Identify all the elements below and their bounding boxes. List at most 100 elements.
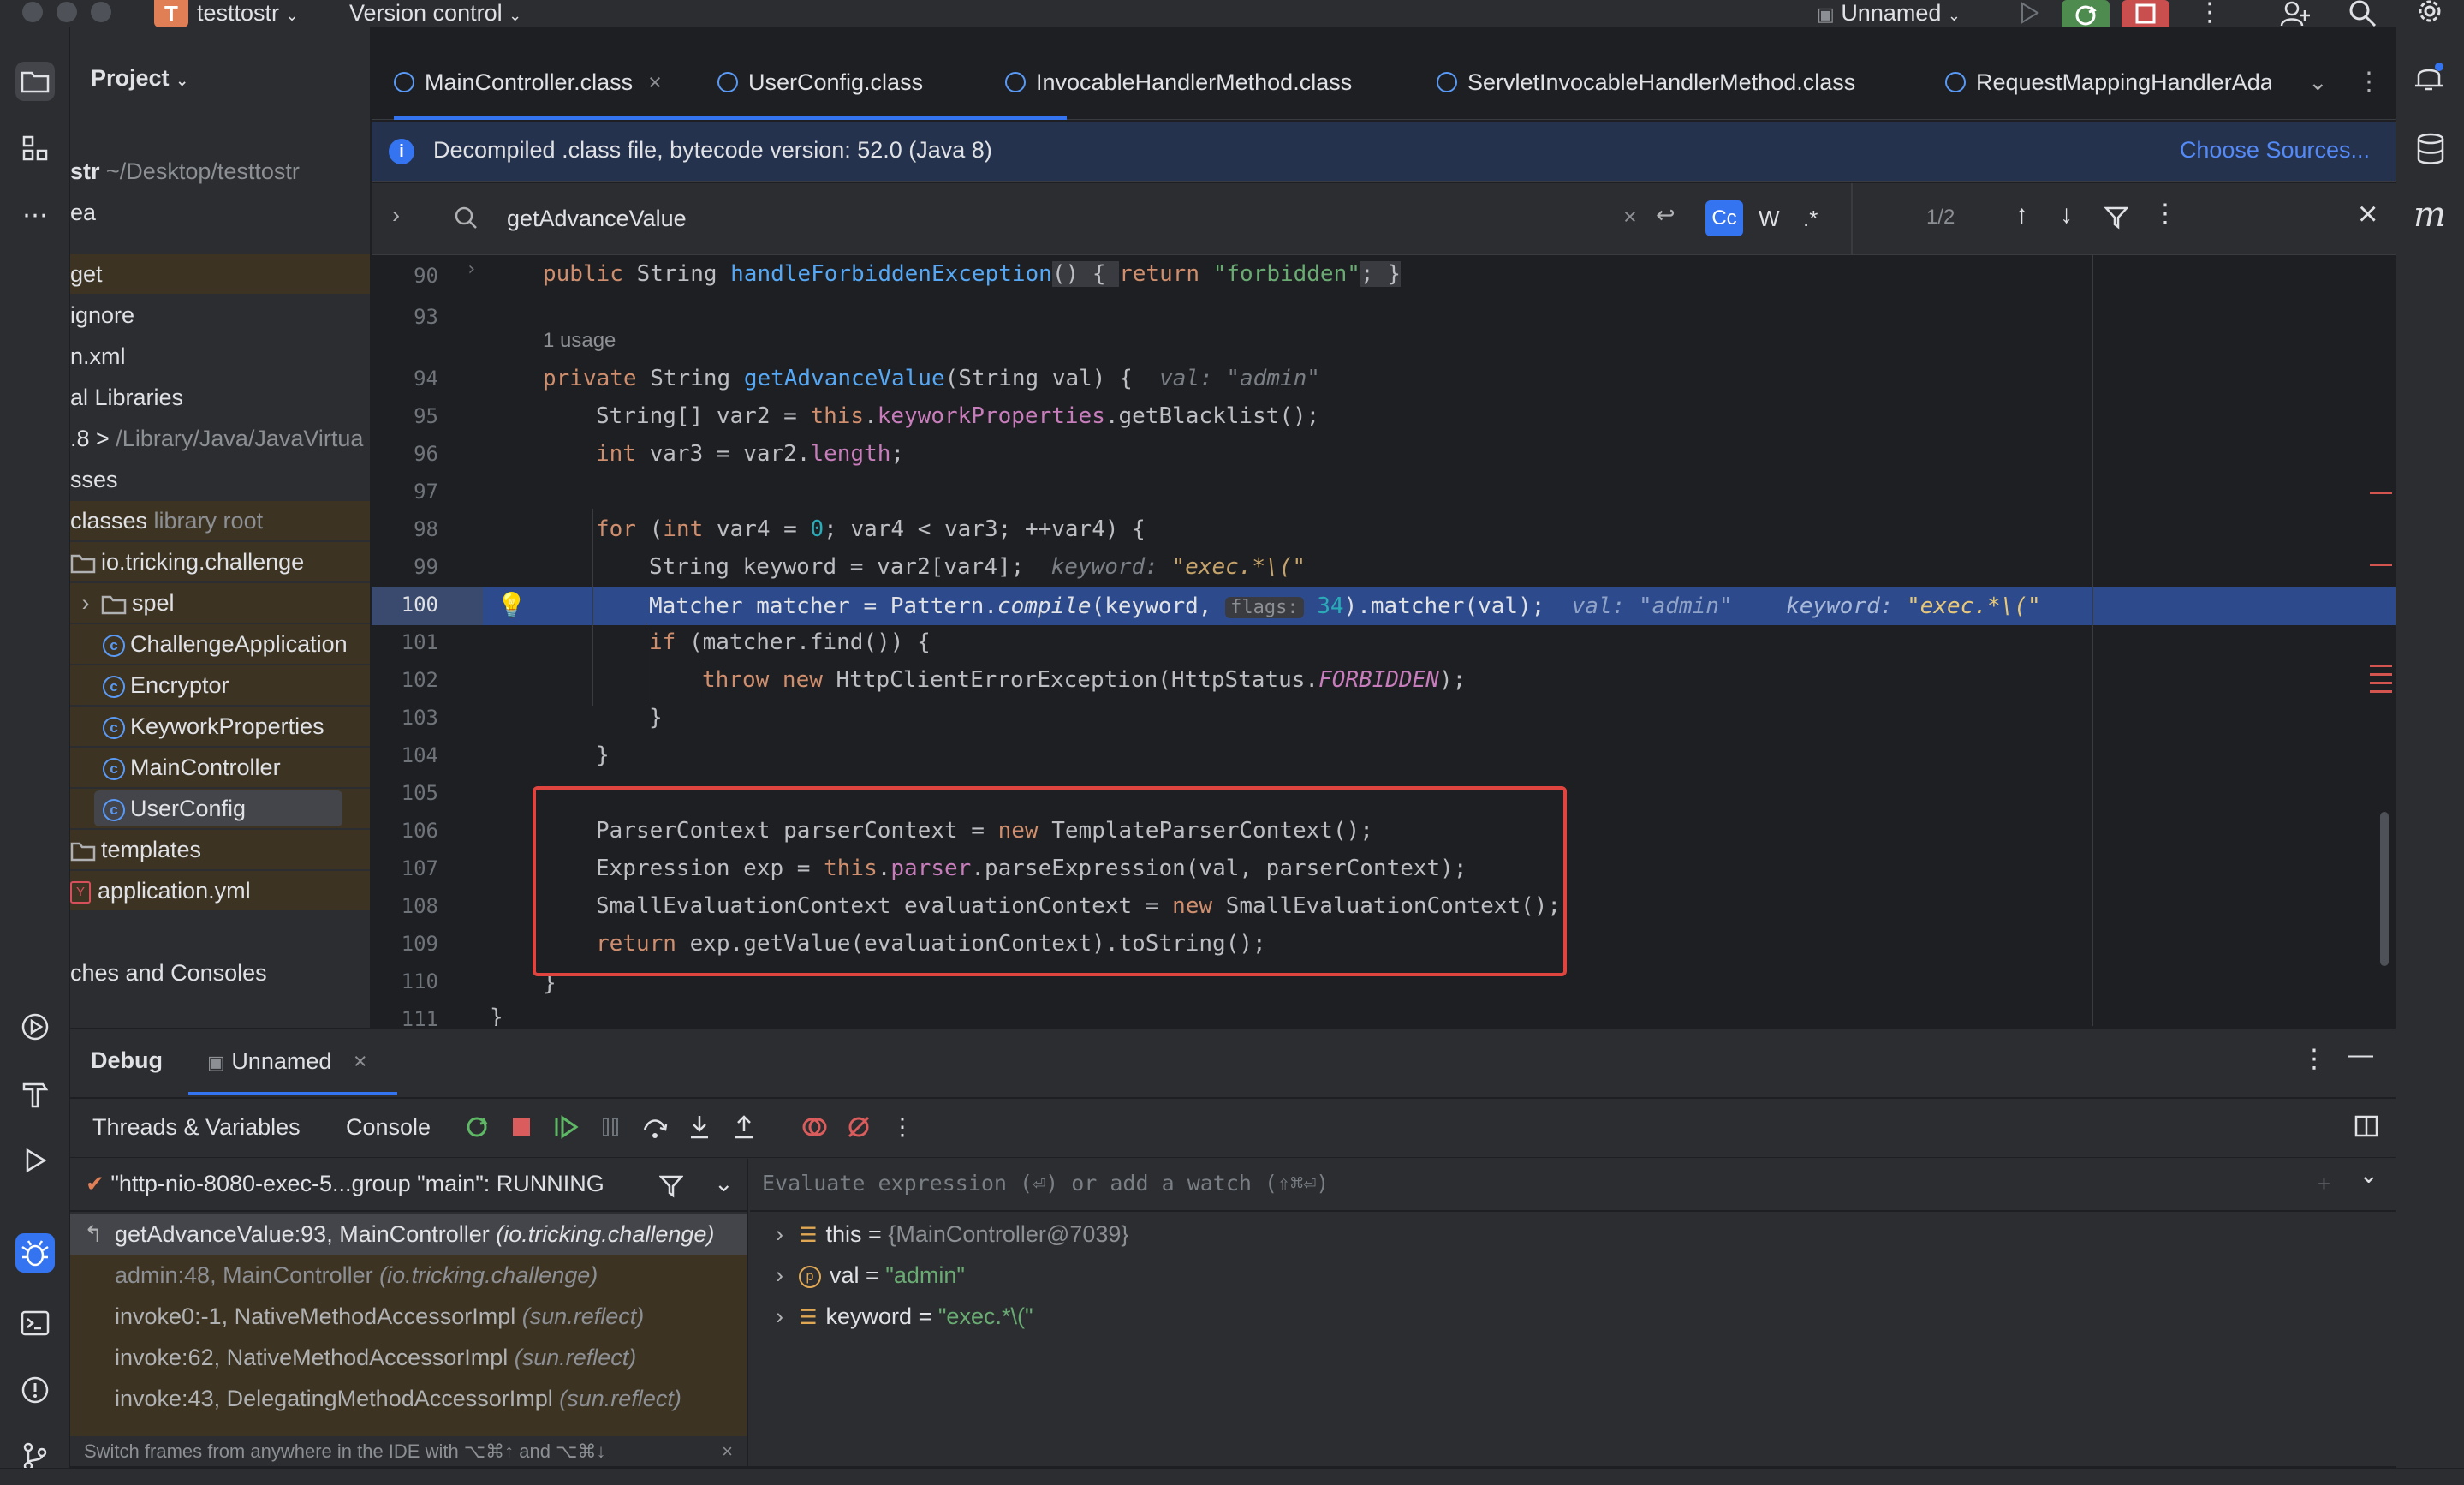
tab-console[interactable]: Console: [346, 1114, 431, 1141]
stop-icon[interactable]: [509, 1114, 534, 1140]
tree-row-class[interactable]: c ChallengeApplication: [70, 624, 370, 664]
code-editor[interactable]: 90 93 94 95 96 97 98 99 100 101 102 103 …: [372, 255, 2396, 1026]
usages-hint[interactable]: 1 usage: [543, 329, 616, 353]
variable-row[interactable]: › ☰ this = {MainController@7039}: [776, 1214, 1128, 1255]
structure-icon[interactable]: [15, 128, 55, 168]
lightbulb-icon[interactable]: 💡: [497, 591, 527, 619]
choose-sources-link[interactable]: Choose Sources...: [2180, 137, 2370, 164]
tab-threads-variables[interactable]: Threads & Variables: [92, 1114, 301, 1141]
close-icon[interactable]: ×: [648, 69, 662, 95]
tree-row[interactable]: classes library root: [70, 501, 370, 540]
more-tools-icon[interactable]: ⋯: [15, 195, 55, 235]
project-switcher[interactable]: testtostr ⌄: [197, 0, 299, 28]
tree-row[interactable]: n.xml: [70, 337, 370, 376]
filter-icon[interactable]: [659, 1174, 683, 1198]
stack-frame-row[interactable]: invoke0:-1, NativeMethodAccessorImpl (su…: [70, 1296, 747, 1337]
debug-bug-icon[interactable]: [15, 1233, 55, 1273]
stack-frame-row[interactable]: invoke:43, DelegatingMethodAccessorImpl …: [70, 1378, 747, 1419]
run-config-selector[interactable]: ▣ Unnamed ⌄: [1817, 0, 1961, 28]
tree-row-class[interactable]: c UserConfig: [70, 789, 370, 828]
close-find-icon[interactable]: ×: [2358, 195, 2378, 234]
layout-icon[interactable]: [2354, 1114, 2378, 1138]
variable-row[interactable]: › p val = "admin": [776, 1255, 965, 1296]
new-line-icon[interactable]: ↩: [1656, 202, 1675, 229]
whole-words-toggle[interactable]: W: [1759, 206, 1780, 232]
tree-row[interactable]: ea: [70, 193, 370, 232]
stack-frame-row[interactable]: admin:48, MainController (io.tricking.ch…: [70, 1255, 747, 1296]
previous-match-arrow-up-icon[interactable]: ↑: [2015, 200, 2028, 230]
add-user-icon[interactable]: [2279, 0, 2310, 27]
more-actions-icon[interactable]: ⋮: [2197, 0, 2223, 26]
error-marker[interactable]: [2370, 673, 2392, 676]
problems-icon[interactable]: [15, 1370, 55, 1410]
maximize-window-button[interactable]: [91, 2, 111, 22]
error-marker[interactable]: [2370, 492, 2392, 494]
find-input[interactable]: getAdvanceValue: [507, 206, 687, 232]
filter-icon[interactable]: [2104, 206, 2128, 230]
tree-row-file[interactable]: Yapplication.yml: [70, 871, 370, 910]
run-tool-icon[interactable]: [15, 1141, 55, 1180]
tree-row[interactable]: get: [70, 254, 370, 294]
stack-frame-row[interactable]: invoke:62, NativeMethodAccessorImpl (sun…: [70, 1337, 747, 1378]
project-folder-icon[interactable]: [15, 62, 55, 101]
fold-chevron-icon[interactable]: ›: [466, 259, 477, 280]
tree-row[interactable]: sses: [70, 460, 370, 499]
step-out-icon[interactable]: [731, 1114, 757, 1140]
tree-row[interactable]: .8 > /Library/Java/JavaVirtua: [70, 419, 370, 458]
variable-row[interactable]: › ☰ keyword = "exec.*\(": [776, 1296, 1033, 1337]
minimize-window-button[interactable]: [57, 2, 77, 22]
error-marker[interactable]: [2370, 564, 2392, 566]
terminal-icon[interactable]: [15, 1303, 55, 1343]
vcs-menu[interactable]: Version control ⌄: [349, 0, 521, 28]
clear-search-icon[interactable]: ×: [1623, 204, 1637, 230]
tree-row-root[interactable]: str ~/Desktop/testtostr: [70, 152, 370, 191]
tabs-overflow-chevron-icon[interactable]: ⌄: [2308, 51, 2328, 120]
tab-user-config[interactable]: UserConfig.class: [717, 51, 923, 120]
tab-more-icon[interactable]: ⋮: [2356, 51, 2382, 120]
error-marker[interactable]: [2370, 690, 2392, 693]
regex-toggle[interactable]: .*: [1803, 206, 1818, 232]
close-window-button[interactable]: [22, 2, 43, 22]
editor-scrollbar-thumb[interactable]: [2380, 812, 2389, 966]
build-hammer-icon[interactable]: [15, 1074, 55, 1113]
minimize-panel-icon[interactable]: —: [2348, 1041, 2373, 1070]
close-icon[interactable]: ×: [722, 1436, 733, 1467]
database-icon[interactable]: [2415, 132, 2446, 166]
services-icon[interactable]: [15, 1007, 55, 1047]
more-options-icon[interactable]: ⋮: [890, 1112, 914, 1141]
rerun-icon[interactable]: [464, 1114, 490, 1140]
run-icon[interactable]: [2017, 0, 2041, 26]
tree-row-package[interactable]: › spel: [70, 583, 370, 623]
thread-selector[interactable]: ✔ "http-nio-8080-exec-5...group "main": …: [70, 1159, 747, 1208]
resume-icon[interactable]: [553, 1114, 579, 1140]
match-case-toggle[interactable]: Cc: [1705, 200, 1743, 236]
tree-row[interactable]: ches and Consoles: [70, 953, 370, 993]
tree-row-folder[interactable]: templates: [70, 830, 370, 869]
notifications-bell-icon[interactable]: [2412, 60, 2446, 94]
tree-row-package[interactable]: io.tricking.challenge: [70, 542, 370, 581]
chevron-right-icon[interactable]: ›: [392, 202, 400, 229]
tab-servlet-invocable-handler-method[interactable]: ServletInvocableHandlerMethod.class: [1437, 51, 1855, 120]
pause-icon[interactable]: [598, 1114, 623, 1140]
more-options-icon[interactable]: ⋮: [2301, 1044, 2327, 1074]
chevron-right-icon[interactable]: ›: [776, 1221, 783, 1247]
chevron-down-icon[interactable]: ⌄: [714, 1159, 734, 1208]
tab-request-mapping-handler[interactable]: RequestMappingHandlerAda: [1945, 51, 2271, 120]
debug-session-tab[interactable]: ▣ Unnamed ×: [207, 1037, 367, 1088]
tree-row-class[interactable]: c Encryptor: [70, 665, 370, 705]
chevron-right-icon[interactable]: ›: [776, 1303, 783, 1329]
search-icon[interactable]: [2348, 0, 2378, 27]
tree-row-class[interactable]: c MainController: [70, 748, 370, 787]
view-breakpoints-icon[interactable]: [801, 1114, 827, 1140]
add-watch-icon[interactable]: +: [2318, 1171, 2330, 1197]
chevron-right-icon[interactable]: ›: [776, 1262, 783, 1288]
next-match-arrow-down-icon[interactable]: ↓: [2060, 200, 2073, 230]
settings-icon[interactable]: [2414, 0, 2445, 27]
maven-icon[interactable]: m: [2413, 195, 2446, 235]
tab-invocable-handler-method[interactable]: InvocableHandlerMethod.class: [1005, 51, 1352, 120]
more-options-icon[interactable]: ⋮: [2152, 199, 2178, 229]
chevron-right-icon[interactable]: ›: [70, 583, 101, 623]
error-marker[interactable]: [2370, 682, 2392, 684]
close-icon[interactable]: ×: [354, 1048, 367, 1074]
step-into-icon[interactable]: [687, 1114, 712, 1140]
